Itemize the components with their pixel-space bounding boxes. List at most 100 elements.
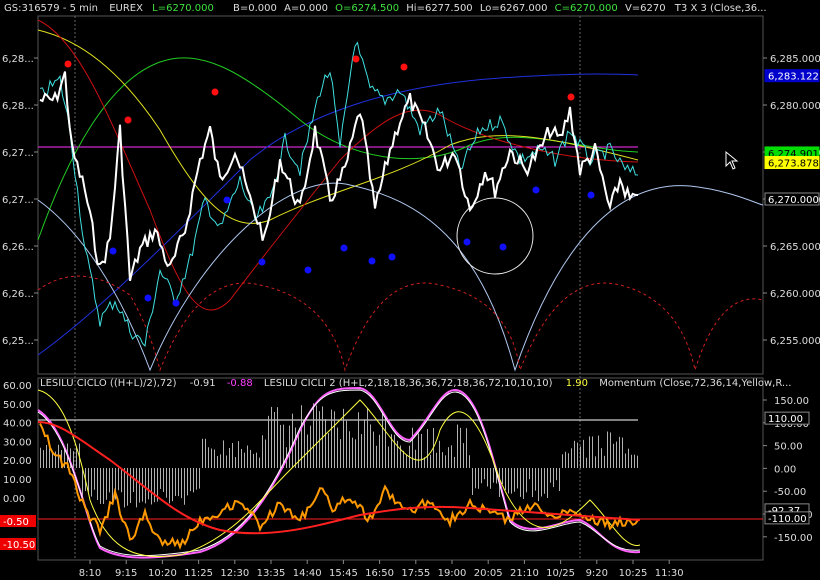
- pivot-dot-red: [400, 63, 408, 71]
- histogram-bar: [223, 440, 224, 468]
- histogram-bar: [610, 432, 611, 468]
- histogram-bar: [487, 468, 488, 487]
- price-tag-label: 6,270.000: [768, 195, 819, 206]
- histogram-bar: [175, 468, 176, 496]
- histogram-bar: [169, 468, 170, 504]
- histogram-bar: [295, 427, 296, 468]
- histogram-bar: [511, 468, 512, 494]
- trading-chart[interactable]: GS:316579 - 5 min EUREX L=6270.000 B=0.0…: [0, 0, 820, 580]
- histogram-bar: [355, 439, 356, 468]
- histogram-bar: [616, 441, 617, 468]
- histogram-bar: [112, 468, 113, 503]
- histogram-bar: [283, 424, 284, 468]
- histogram-bar: [574, 440, 575, 468]
- histogram-bar: [133, 468, 134, 493]
- histogram-bar: [250, 449, 251, 468]
- time-label: 10/25: [546, 568, 575, 579]
- ind-right-label: -50.00: [774, 487, 806, 498]
- histogram-bar: [634, 454, 635, 468]
- histogram-bar: [580, 446, 581, 468]
- histogram-bar: [601, 448, 602, 468]
- histogram-bar: [229, 447, 230, 468]
- histogram-bar: [289, 425, 290, 468]
- histogram-bar: [337, 427, 338, 468]
- histogram-bar: [385, 415, 386, 468]
- pivot-dot-blue: [340, 244, 348, 252]
- pivot-dot-red: [124, 116, 132, 124]
- histogram-bar: [595, 456, 596, 468]
- histogram-bar: [187, 468, 188, 496]
- histogram-bar: [262, 435, 263, 468]
- histogram-bar: [139, 468, 140, 503]
- histogram-bar: [556, 468, 557, 481]
- time-label: 12:30: [220, 568, 249, 579]
- price-left-label: 6,25...: [2, 336, 34, 347]
- histogram-bar: [622, 437, 623, 468]
- histogram-bar: [406, 454, 407, 468]
- histogram-bar: [232, 442, 233, 468]
- histogram-bar: [43, 450, 44, 468]
- histogram-bar: [553, 468, 554, 488]
- price-left-label: 6,26...: [2, 289, 34, 300]
- histogram-bar: [334, 411, 335, 468]
- histogram-bar: [145, 468, 146, 504]
- histogram-bar: [394, 434, 395, 468]
- header-line: GS:316579 - 5 min EUREX L=6270.000 B=0.0…: [4, 3, 767, 14]
- ind-left-label: 20.00: [3, 456, 32, 467]
- price-tick-label: 6,265.000: [770, 242, 820, 253]
- histogram-bar: [91, 468, 92, 497]
- histogram-bar: [316, 405, 317, 468]
- histogram-bar: [544, 468, 545, 494]
- histogram-bar: [280, 424, 281, 468]
- histogram-bar: [244, 452, 245, 468]
- histogram-bar: [382, 412, 383, 468]
- ind-left-label: 0.00: [3, 494, 25, 505]
- histogram-bar: [298, 434, 299, 468]
- histogram-bar: [331, 409, 332, 468]
- histogram-bar: [40, 447, 41, 468]
- histogram-bar: [205, 438, 206, 468]
- histogram-bar: [631, 454, 632, 468]
- histogram-bar: [577, 442, 578, 468]
- histogram-bar: [340, 439, 341, 468]
- histogram-bar: [238, 441, 239, 468]
- histogram-bar: [136, 468, 137, 508]
- pivot-dot-blue: [258, 258, 266, 266]
- histogram-bar: [373, 431, 374, 468]
- histogram-bar: [598, 435, 599, 468]
- indicator-header: LESILU CICLO ((H+L)/2),72) -0.91 -0.88 L…: [40, 378, 791, 389]
- ind-left-label: 50.00: [3, 400, 32, 411]
- histogram-bar: [304, 419, 305, 468]
- histogram-bar: [118, 468, 119, 491]
- histogram-bar: [586, 457, 587, 468]
- histogram-bar: [568, 453, 569, 468]
- ind-left-tag-label: -10.50: [3, 540, 35, 551]
- pivot-dot-blue: [144, 294, 152, 302]
- histogram-bar: [559, 468, 560, 492]
- histogram-bar: [235, 457, 236, 468]
- pivot-dot-blue: [463, 238, 471, 246]
- ind-tag: 110.00: [764, 411, 810, 425]
- price-tag: 6,273.878: [764, 156, 820, 170]
- price-left-label: 6,28...: [2, 54, 34, 65]
- histogram-bar: [604, 455, 605, 468]
- time-label: 14:40: [293, 568, 322, 579]
- histogram-bar: [493, 468, 494, 483]
- histogram-bar: [130, 468, 131, 503]
- histogram-bar: [379, 434, 380, 468]
- histogram-bar: [448, 447, 449, 468]
- histogram-bar: [430, 454, 431, 468]
- ind-tag-label: -110.00: [768, 514, 807, 525]
- histogram-bar: [583, 439, 584, 468]
- histogram-bar: [88, 468, 89, 492]
- histogram-bar: [451, 445, 452, 468]
- histogram-bar: [442, 452, 443, 468]
- ind-tag-label: 110.00: [768, 414, 803, 425]
- histogram-bar: [367, 408, 368, 468]
- histogram-bar: [484, 468, 485, 480]
- histogram-bar: [421, 433, 422, 468]
- histogram-bar: [241, 448, 242, 468]
- pivot-dot-blue: [532, 186, 540, 194]
- time-label: 20:05: [474, 568, 503, 579]
- ind-left-label: 30.00: [3, 437, 32, 448]
